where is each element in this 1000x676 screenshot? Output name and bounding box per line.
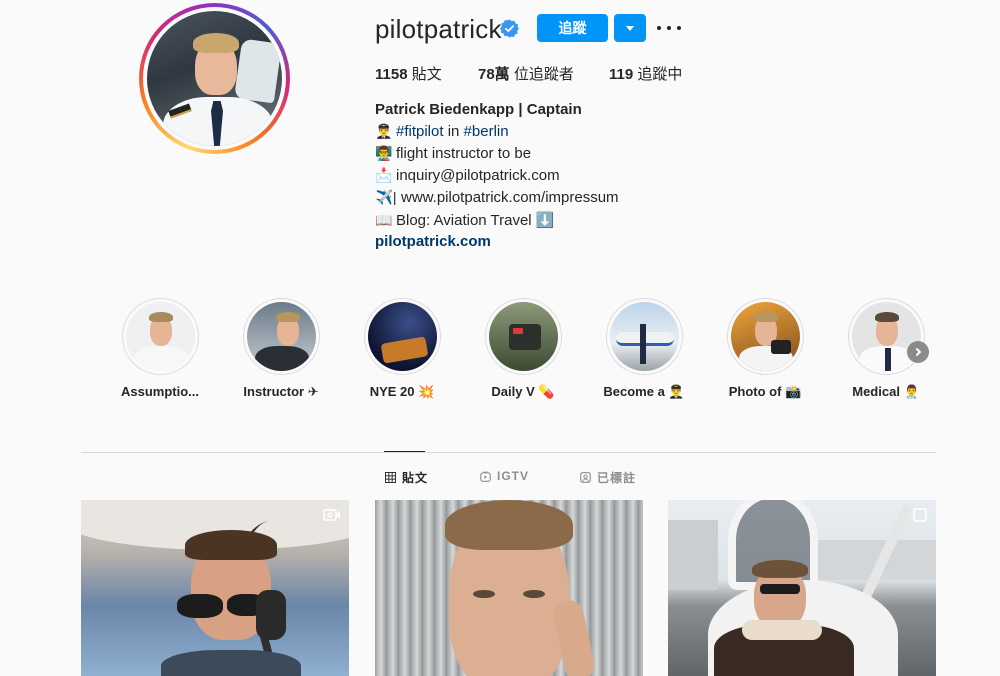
suggested-dropdown-button[interactable]	[614, 14, 646, 42]
bio-line: 📖 Blog: Aviation Travel ⬇️	[375, 212, 555, 229]
posts-count: 1158 貼文	[375, 66, 442, 83]
story-highlight[interactable]: Daily V 💊	[475, 298, 571, 400]
book-emoji-icon: 📖	[375, 212, 393, 228]
hashtag-fitpilot-link[interactable]: #fitpilot	[396, 123, 444, 140]
carousel-icon	[913, 508, 927, 522]
story-highlight[interactable]: Become a 👨‍✈️	[596, 298, 692, 400]
highlight-label: Become a 👨‍✈️	[603, 384, 685, 399]
following-count[interactable]: 119 追蹤中	[609, 63, 682, 84]
airplane-emoji-icon: ✈️|	[375, 189, 397, 205]
envelope-emoji-icon: 📩	[375, 167, 393, 183]
highlight-label: Instructor ✈	[243, 384, 319, 399]
profile-avatar[interactable]	[147, 11, 282, 146]
tabs-divider	[81, 452, 936, 453]
highlight-label: Medical 👨‍⚕️	[852, 384, 920, 399]
profile-username: pilotpatrick	[375, 14, 502, 44]
highlights-next-button[interactable]	[907, 341, 929, 363]
profile-full-name: Patrick Biedenkapp | Captain	[375, 101, 582, 118]
highlight-label: Assumptio...	[120, 384, 199, 399]
chevron-down-icon	[626, 25, 634, 31]
highlight-label: Photo of 📸	[728, 384, 802, 399]
bio-line: 👨‍✈️ #fitpilot in #berlin	[375, 123, 509, 140]
hashtag-berlin-link[interactable]: #berlin	[464, 123, 509, 140]
tab-posts[interactable]: 貼文	[385, 469, 428, 486]
video-icon	[323, 509, 340, 521]
igtv-icon	[480, 470, 491, 482]
profile-website-link[interactable]: pilotpatrick.com	[375, 233, 491, 250]
story-highlight[interactable]: NYE 20 💥	[354, 298, 450, 400]
tab-tagged[interactable]: 已標註	[580, 469, 636, 486]
story-highlight[interactable]: Assumptio...	[112, 298, 208, 399]
followers-count[interactable]: 78萬 位追蹤者	[478, 63, 574, 84]
verified-badge-icon	[500, 19, 519, 38]
more-options-icon[interactable]	[657, 17, 681, 39]
post-thumbnail[interactable]	[375, 500, 643, 676]
bio-line: ✈️| www.pilotpatrick.com/impressum	[375, 189, 619, 206]
chevron-right-icon	[912, 347, 922, 357]
post-thumbnail[interactable]	[668, 500, 936, 676]
story-highlight[interactable]: Photo of 📸	[717, 298, 813, 400]
highlight-label: Daily V 💊	[491, 384, 555, 399]
tagged-icon	[580, 472, 591, 483]
profile-avatar-ring[interactable]	[139, 3, 290, 154]
tab-igtv[interactable]: IGTV	[480, 469, 529, 483]
active-tab-indicator	[384, 451, 425, 452]
bio-line: 👨‍🏫 flight instructor to be	[375, 145, 532, 162]
follow-button[interactable]: 追蹤	[537, 14, 608, 42]
pilot-emoji-icon: 👨‍✈️	[375, 123, 393, 139]
bio-line: 📩 inquiry@pilotpatrick.com	[375, 167, 560, 184]
post-thumbnail[interactable]	[81, 500, 349, 676]
story-highlight[interactable]: Instructor ✈	[233, 298, 329, 400]
highlight-label: NYE 20 💥	[369, 384, 435, 399]
grid-icon	[385, 472, 396, 483]
teacher-emoji-icon: 👨‍🏫	[375, 145, 393, 161]
